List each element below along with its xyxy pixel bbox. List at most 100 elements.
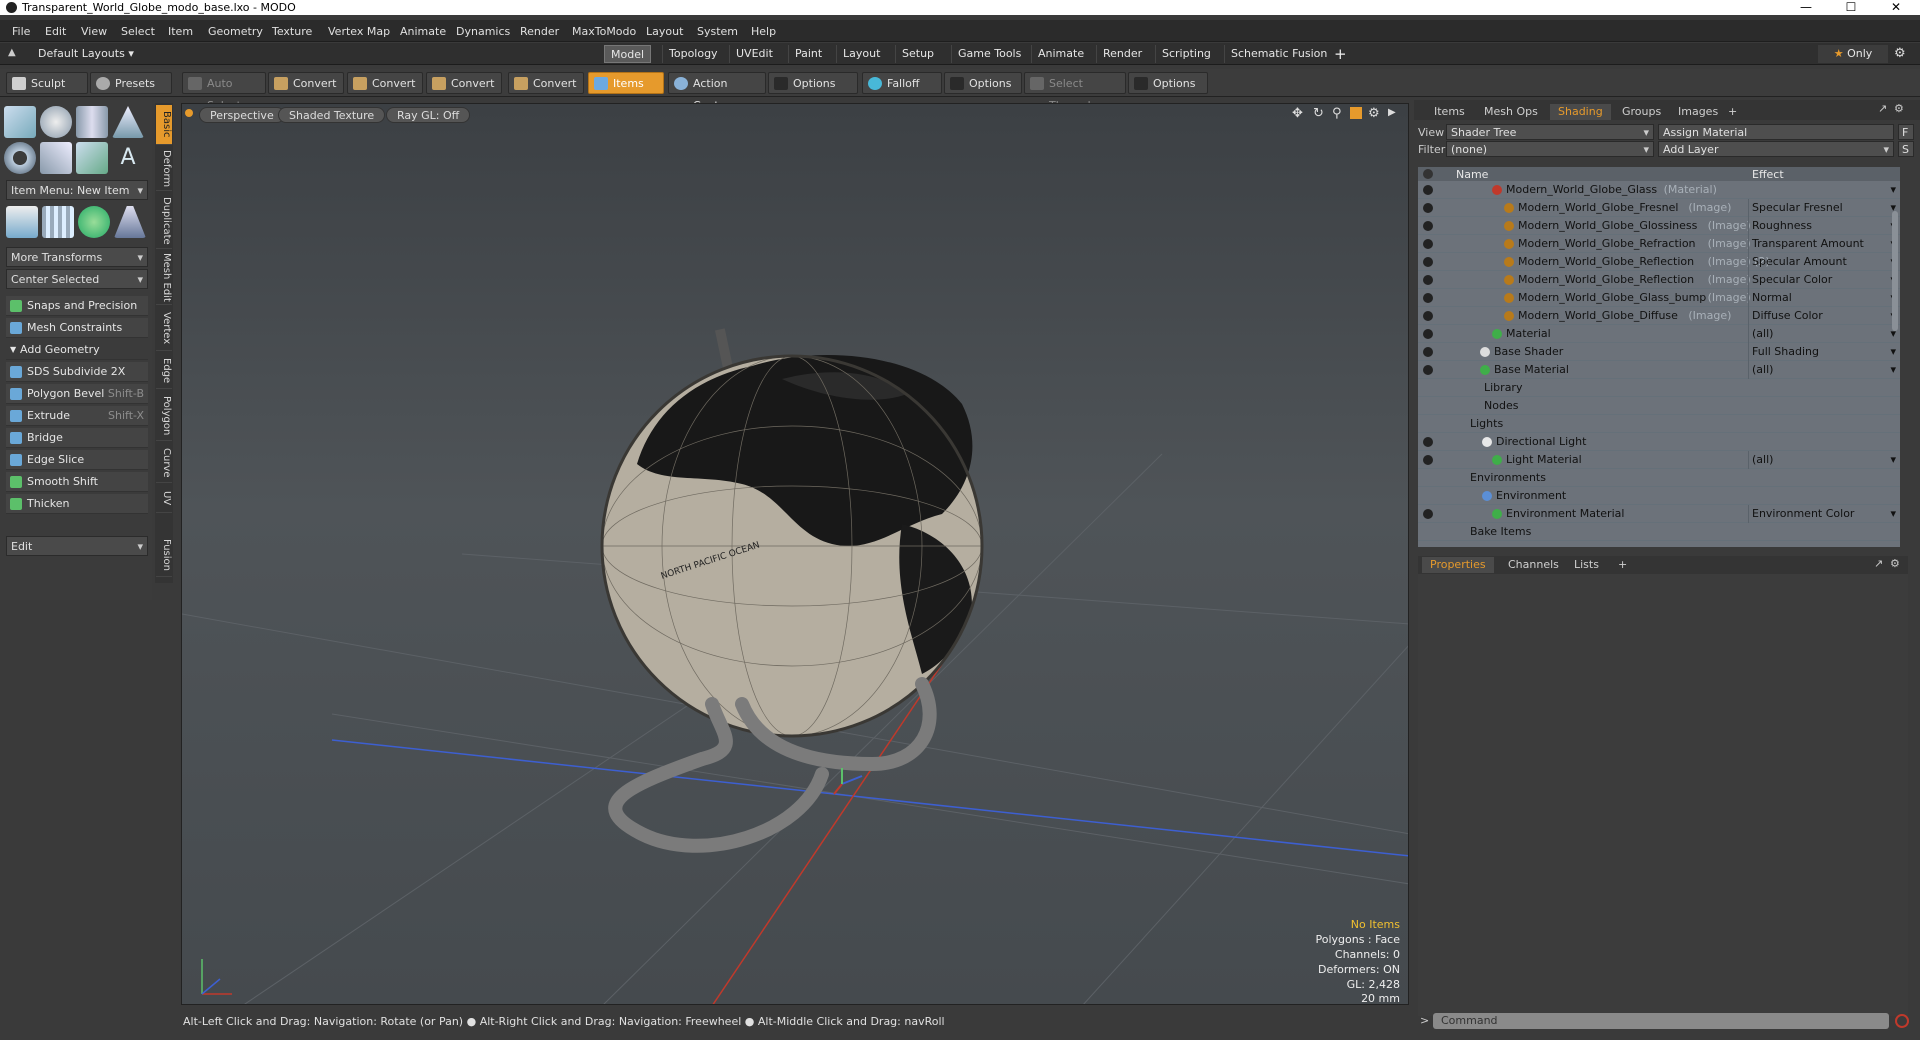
menu-select[interactable]: Select xyxy=(121,25,155,38)
shader-tree-row[interactable]: Bake Items xyxy=(1418,523,1900,541)
add-tab-button[interactable]: + xyxy=(1720,104,1745,120)
pen-icon[interactable] xyxy=(76,142,108,174)
shader-tree-row[interactable]: Material (all) xyxy=(1418,325,1900,343)
tab-groups[interactable]: Groups xyxy=(1614,104,1669,120)
menu-animate[interactable]: Animate xyxy=(400,25,446,38)
convert-button-3[interactable]: Convert xyxy=(426,72,502,94)
layer-effect[interactable]: (all) xyxy=(1748,451,1900,469)
layer-effect[interactable]: (all) xyxy=(1748,361,1900,379)
close-button[interactable]: ✕ xyxy=(1878,0,1914,15)
visibility-eye-icon[interactable] xyxy=(1423,455,1433,465)
vtab-mesh-edit[interactable]: Mesh Edit xyxy=(156,251,172,305)
shader-tree-row[interactable]: Environments xyxy=(1418,469,1900,487)
shader-tree-row[interactable]: Library xyxy=(1418,379,1900,397)
vtab-edge[interactable]: Edge xyxy=(156,353,172,389)
column-name[interactable]: Name xyxy=(1456,168,1488,181)
layer-effect[interactable]: Specular Amount xyxy=(1748,253,1900,271)
tab-game-tools[interactable]: Game Tools xyxy=(951,45,1027,63)
bridge-button[interactable]: Bridge xyxy=(6,428,148,448)
menu-help[interactable]: Help xyxy=(751,25,776,38)
visibility-eye-icon[interactable] xyxy=(1423,509,1433,519)
vtab-polygon[interactable]: Polygon xyxy=(156,391,172,441)
tab-paint[interactable]: Paint xyxy=(788,45,828,63)
cube-icon[interactable] xyxy=(4,106,36,138)
panel-expand-icon[interactable]: ↗ xyxy=(1878,102,1887,115)
shader-tree-row[interactable]: Environment xyxy=(1418,487,1900,505)
shader-tree-row[interactable]: Modern_World_Globe_Refraction (Image) Tran… xyxy=(1418,235,1900,253)
layer-effect[interactable]: Specular Color xyxy=(1748,271,1900,289)
tab-animate[interactable]: Animate xyxy=(1031,45,1090,63)
sculpt-button[interactable]: Sculpt xyxy=(6,72,88,94)
shader-tree-row[interactable]: Base Shader Full Shading xyxy=(1418,343,1900,361)
vtab-basic[interactable]: Basic xyxy=(156,105,172,145)
extrude-button[interactable]: Extrude Shift-X xyxy=(6,406,148,426)
cone-icon[interactable] xyxy=(112,106,144,138)
shader-tree-row[interactable]: Environment Material Environment Color xyxy=(1418,505,1900,523)
maximize-button[interactable]: ☐ xyxy=(1833,0,1869,15)
layer-effect[interactable]: Normal xyxy=(1748,289,1900,307)
visibility-eye-icon[interactable] xyxy=(1423,437,1433,447)
props-expand-icon[interactable]: ↗ xyxy=(1874,557,1883,570)
shader-tree-row[interactable]: Modern_World_Globe_Reflection (Image) (2)… xyxy=(1418,253,1900,271)
shader-tree-row[interactable]: Modern_World_Globe_Glass_bump (Image) Norm… xyxy=(1418,289,1900,307)
tab-model[interactable]: Model xyxy=(604,45,652,63)
vtab-curve[interactable]: Curve xyxy=(156,443,172,483)
menu-view[interactable]: View xyxy=(81,25,107,38)
items-mode-button[interactable]: Items xyxy=(588,72,664,94)
thicken-button[interactable]: Thicken xyxy=(6,494,148,514)
visibility-eye-icon[interactable] xyxy=(1423,329,1433,339)
pyramid-icon[interactable] xyxy=(114,206,146,238)
vtab-duplicate[interactable]: Duplicate xyxy=(156,193,172,249)
auto-select-button[interactable]: Auto Select xyxy=(182,72,266,112)
convert-button-1[interactable]: Convert xyxy=(268,72,344,94)
visibility-eye-icon[interactable] xyxy=(1423,239,1433,249)
presets-button[interactable]: Presets F6 xyxy=(90,72,172,112)
tab-topology[interactable]: Topology xyxy=(662,45,724,63)
shader-tree-row[interactable]: Nodes xyxy=(1418,397,1900,415)
convert-button-2[interactable]: Convert xyxy=(347,72,423,94)
visibility-eye-icon[interactable] xyxy=(1423,221,1433,231)
layer-effect[interactable]: Environment Color xyxy=(1748,505,1900,523)
menu-system[interactable]: System xyxy=(697,25,738,38)
default-layouts-dropdown[interactable]: Default Layouts ▾ xyxy=(38,47,134,60)
options-button-2[interactable]: Options xyxy=(944,72,1022,94)
layer-effect[interactable]: Full Shading xyxy=(1748,343,1900,361)
menu-render[interactable]: Render xyxy=(520,25,559,38)
pivot-icon[interactable] xyxy=(6,206,38,238)
tab-mesh-ops[interactable]: Mesh Ops xyxy=(1476,104,1546,120)
polygon-bevel-button[interactable]: Polygon Bevel Shift-B xyxy=(6,384,148,404)
menu-vertex-map[interactable]: Vertex Map xyxy=(328,25,390,38)
assign-material-button[interactable]: Assign Material xyxy=(1658,124,1894,140)
more-transforms-dropdown[interactable]: More Transforms xyxy=(6,247,148,268)
visibility-eye-icon[interactable] xyxy=(1423,365,1433,375)
tree-scrollbar[interactable] xyxy=(1892,211,1898,331)
view-dropdown[interactable]: Shader Tree xyxy=(1446,124,1654,141)
menu-texture[interactable]: Texture xyxy=(272,25,312,38)
center-selected-dropdown[interactable]: Center Selected xyxy=(6,269,148,290)
vtab-fusion[interactable]: Fusion xyxy=(156,533,172,577)
props-gear-icon[interactable]: ⚙ xyxy=(1890,557,1900,570)
visibility-eye-icon[interactable] xyxy=(1423,185,1433,195)
visibility-eye-icon[interactable] xyxy=(1423,311,1433,321)
smooth-shift-button[interactable]: Smooth Shift xyxy=(6,472,148,492)
text-icon[interactable]: A xyxy=(112,142,144,174)
menu-file[interactable]: File xyxy=(12,25,30,38)
layer-effect[interactable]: Diffuse Color xyxy=(1748,307,1900,325)
action-center-button[interactable]: Action Center xyxy=(668,72,766,112)
shader-tree-row[interactable]: Light Material (all) xyxy=(1418,451,1900,469)
visibility-eye-icon[interactable] xyxy=(1423,293,1433,303)
layout-up-icon[interactable]: ▲ xyxy=(8,47,18,59)
options-button-1[interactable]: Options xyxy=(768,72,858,94)
shader-tree-row[interactable]: Modern_World_Globe_Diffuse (Image) Diffuse… xyxy=(1418,307,1900,325)
snaps-and-precision-button[interactable]: Snaps and Precision xyxy=(6,296,148,316)
tab-render[interactable]: Render xyxy=(1096,45,1148,63)
gear-icon[interactable]: ⚙ xyxy=(1894,46,1906,61)
layer-effect[interactable]: Specular Fresnel xyxy=(1748,199,1900,217)
only-button[interactable]: ★ Only xyxy=(1818,45,1888,63)
shader-tree-row[interactable]: Modern_World_Globe_Fresnel (Image) Specula… xyxy=(1418,199,1900,217)
add-props-tab-button[interactable]: + xyxy=(1610,557,1635,573)
visibility-eye-icon[interactable] xyxy=(1423,275,1433,285)
mesh-constraints-button[interactable]: Mesh Constraints xyxy=(6,318,148,338)
tab-schematic-fusion[interactable]: Schematic Fusion xyxy=(1224,45,1333,63)
vtab-vertex[interactable]: Vertex xyxy=(156,307,172,351)
